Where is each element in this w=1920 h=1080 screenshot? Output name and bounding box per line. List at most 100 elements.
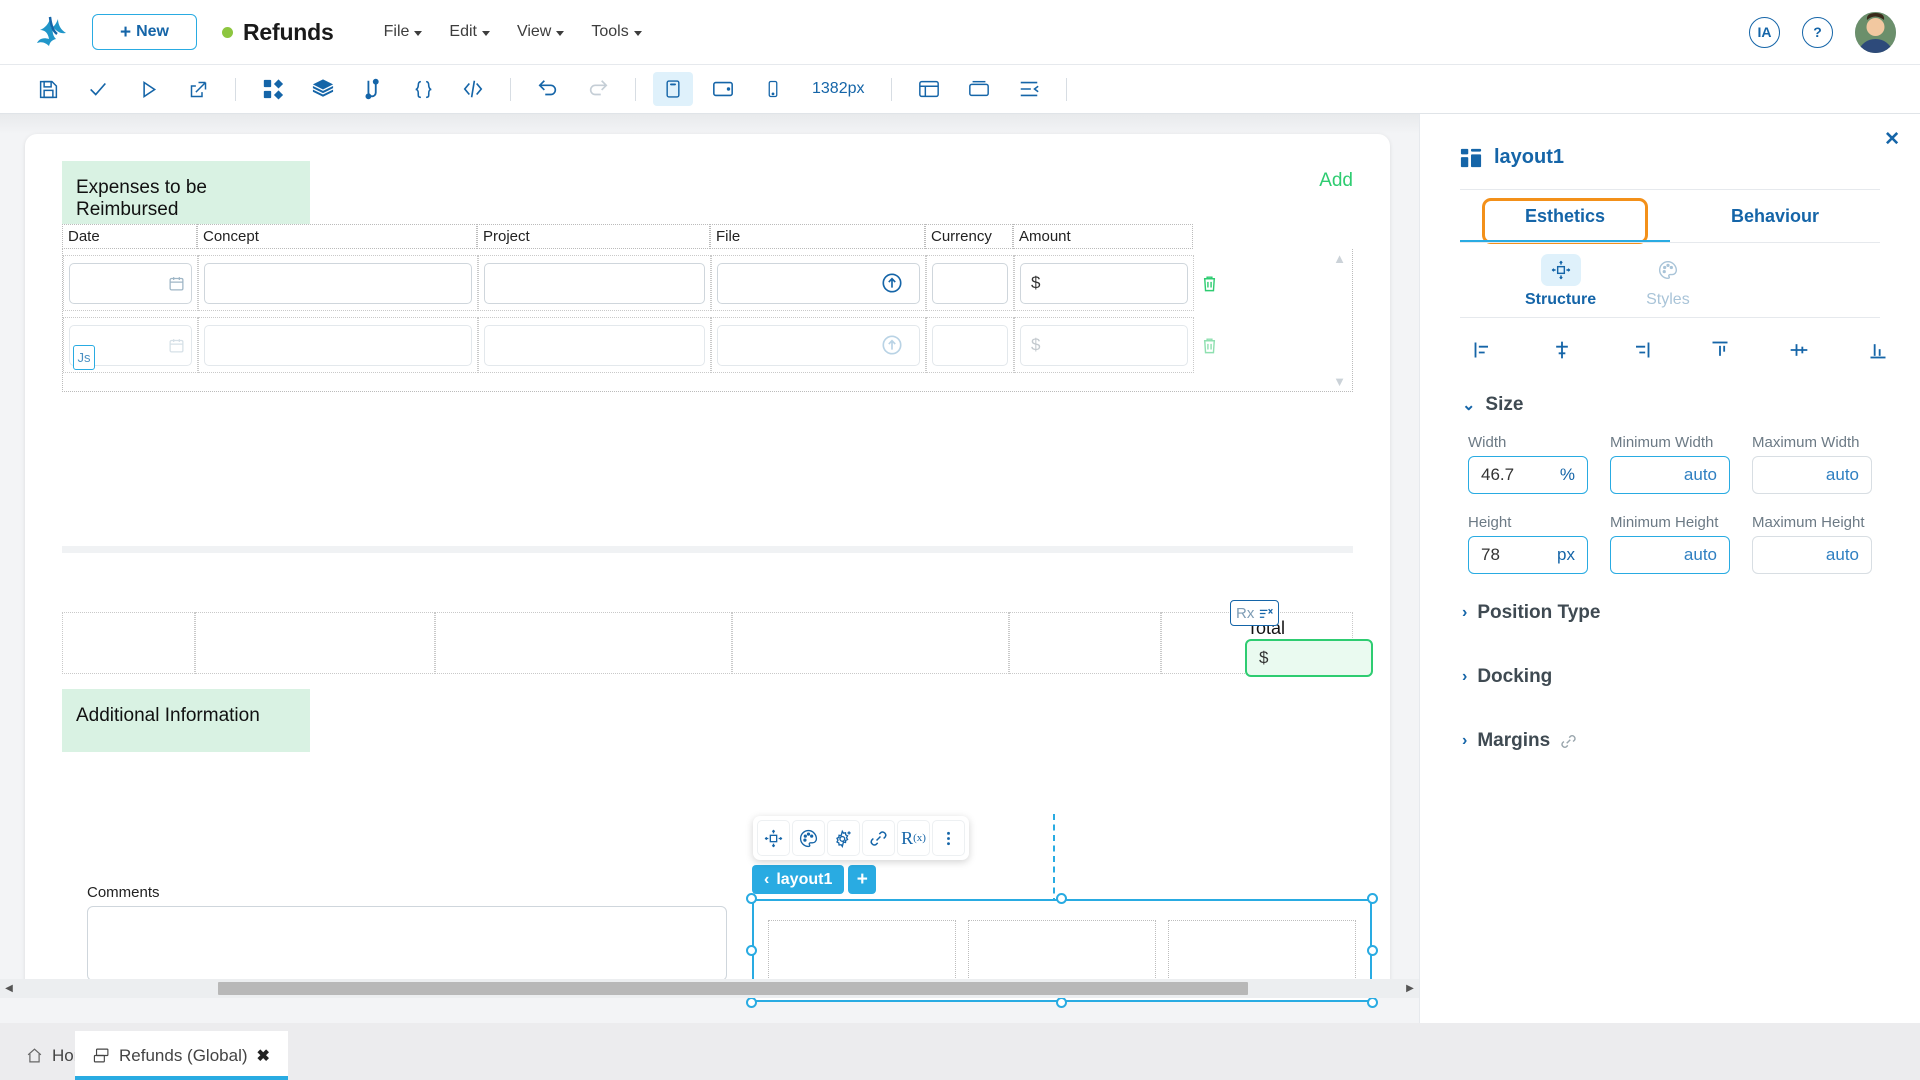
concept-input[interactable]: [204, 262, 472, 304]
cell-concept[interactable]: [198, 317, 478, 373]
width-input[interactable]: 46.7 %: [1468, 456, 1588, 494]
resize-handle-tc[interactable]: [1056, 893, 1067, 904]
close-icon[interactable]: ✕: [1884, 128, 1900, 151]
rx-formula-badge[interactable]: Rx: [1230, 600, 1280, 626]
align-center-vertical-icon[interactable]: [1784, 336, 1814, 364]
check-icon[interactable]: [78, 72, 118, 106]
align-center-horizontal-icon[interactable]: [1547, 336, 1577, 364]
cell-currency[interactable]: [926, 317, 1014, 373]
tab-refunds-global[interactable]: Refunds (Global) ✖: [75, 1031, 288, 1080]
delete-row-icon[interactable]: [1194, 336, 1224, 355]
layout1-child-2[interactable]: [968, 919, 1156, 982]
min-width-input[interactable]: auto: [1610, 456, 1730, 494]
save-icon[interactable]: [28, 72, 68, 106]
align-right-icon[interactable]: [1626, 336, 1656, 364]
cell-amount[interactable]: $: [1014, 255, 1194, 311]
app-logo-icon[interactable]: [30, 11, 72, 53]
cell-project[interactable]: [478, 255, 711, 311]
cell-concept[interactable]: [198, 255, 478, 311]
totals-cell[interactable]: [1009, 612, 1161, 674]
section-docking[interactable]: › Docking: [1420, 666, 1920, 688]
layout1-child-1[interactable]: [768, 919, 956, 982]
container-icon[interactable]: [959, 72, 999, 106]
currency-input[interactable]: [932, 262, 1008, 304]
subtab-structure[interactable]: Structure: [1525, 254, 1596, 309]
calendar-icon[interactable]: [168, 337, 185, 354]
delete-row-icon[interactable]: [1194, 274, 1224, 293]
components-icon[interactable]: [253, 72, 293, 106]
layout1-child-3[interactable]: [1168, 919, 1356, 982]
cell-file[interactable]: [711, 317, 926, 373]
upload-icon[interactable]: [881, 334, 903, 356]
link-icon[interactable]: [1560, 733, 1577, 750]
braces-icon[interactable]: [403, 72, 443, 106]
totals-cell[interactable]: [732, 612, 1009, 674]
calendar-icon[interactable]: [168, 275, 185, 292]
menu-tools[interactable]: Tools: [591, 23, 642, 41]
new-button[interactable]: + New: [92, 14, 197, 50]
play-icon[interactable]: [128, 72, 168, 106]
code-icon[interactable]: [453, 72, 493, 106]
chevron-up-icon[interactable]: ▲: [1333, 251, 1346, 266]
align-left-icon[interactable]: [1468, 336, 1498, 364]
link-icon[interactable]: [862, 820, 895, 856]
canvas-horizontal-scrollbar[interactable]: ◀ ▶: [0, 979, 1419, 998]
section-margins[interactable]: › Margins: [1420, 730, 1920, 752]
mobile-view-icon[interactable]: [753, 72, 793, 106]
cell-currency[interactable]: [926, 255, 1014, 311]
avatar[interactable]: [1855, 11, 1896, 53]
totals-cell[interactable]: [195, 612, 435, 674]
project-input[interactable]: [484, 262, 705, 304]
dataflow-icon[interactable]: [353, 72, 393, 106]
subtab-styles[interactable]: Styles: [1646, 254, 1690, 309]
js-script-badge[interactable]: Js: [73, 345, 95, 370]
tablet-view-icon[interactable]: [703, 72, 743, 106]
formula-icon[interactable]: R (x): [897, 820, 930, 856]
cell-file[interactable]: [711, 255, 926, 311]
min-height-input[interactable]: auto: [1610, 536, 1730, 574]
panel-icon[interactable]: [909, 72, 949, 106]
amount-input[interactable]: $: [1020, 262, 1188, 304]
cell-amount[interactable]: $: [1014, 317, 1194, 373]
currency-input[interactable]: [932, 324, 1008, 366]
cell-date[interactable]: [63, 255, 198, 311]
scrollbar-track[interactable]: [18, 982, 1401, 995]
menu-view[interactable]: View: [517, 23, 565, 41]
max-width-input[interactable]: auto: [1752, 456, 1872, 494]
scroll-left-arrow-icon[interactable]: ◀: [0, 983, 18, 994]
section-title-additional[interactable]: Additional Information: [62, 689, 310, 752]
cell-project[interactable]: [478, 317, 711, 373]
more-icon[interactable]: [932, 820, 965, 856]
palette-icon[interactable]: [792, 820, 825, 856]
resize-handle-ml[interactable]: [746, 944, 757, 956]
section-position-type[interactable]: › Position Type: [1420, 602, 1920, 624]
table-row[interactable]: $: [63, 249, 1352, 311]
resize-handle-br[interactable]: [1367, 997, 1378, 1008]
section-title-expenses[interactable]: Expenses to be Reimbursed: [62, 161, 310, 224]
tab-esthetics[interactable]: Esthetics: [1460, 190, 1670, 243]
redo-icon[interactable]: [578, 72, 618, 106]
comments-textarea[interactable]: [87, 906, 727, 981]
ia-button[interactable]: IA: [1749, 16, 1780, 48]
scrollbar-thumb[interactable]: [218, 982, 1248, 995]
desktop-view-icon[interactable]: [653, 72, 693, 106]
height-input[interactable]: 78 px: [1468, 536, 1588, 574]
indent-icon[interactable]: [1009, 72, 1049, 106]
align-bottom-icon[interactable]: [1863, 336, 1893, 364]
undo-icon[interactable]: [528, 72, 568, 106]
section-size[interactable]: ⌄ Size: [1420, 394, 1920, 416]
table-row[interactable]: $: [63, 311, 1352, 373]
add-child-button[interactable]: +: [848, 865, 877, 894]
totals-cell[interactable]: [435, 612, 732, 674]
structure-icon[interactable]: [757, 820, 790, 856]
settings-icon[interactable]: [827, 820, 860, 856]
resize-handle-tr[interactable]: [1367, 893, 1378, 904]
resize-handle-mr[interactable]: [1367, 944, 1378, 956]
max-height-input[interactable]: auto: [1752, 536, 1872, 574]
page-surface[interactable]: Expenses to be Reimbursed Add Date Conce…: [25, 134, 1390, 1008]
add-row-link[interactable]: Add: [1319, 170, 1353, 192]
upload-icon[interactable]: [881, 272, 903, 294]
chevron-down-icon[interactable]: ▼: [1333, 374, 1346, 389]
project-input[interactable]: [484, 324, 705, 366]
resize-handle-tl[interactable]: [746, 893, 757, 904]
